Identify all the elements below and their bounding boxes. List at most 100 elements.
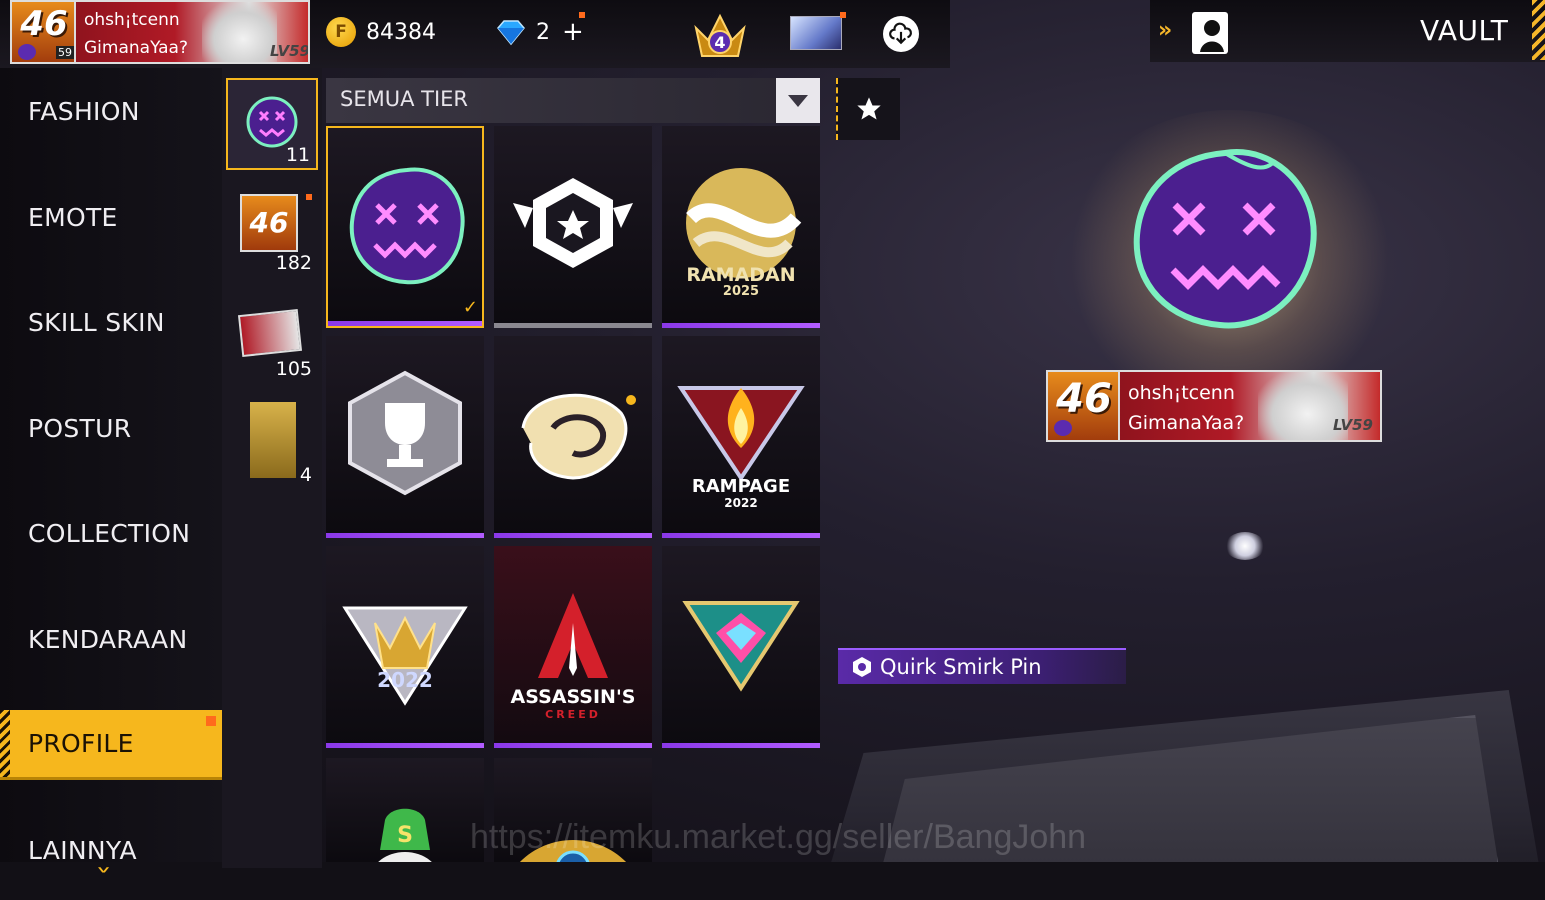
player-signature: GimanaYaa? [1128,412,1245,434]
menu-item-label: KENDARAAN [28,624,188,654]
assassins-label: ASSASSIN'S [510,686,636,708]
rarity-bar [494,323,652,328]
ramadan-year: 2025 [722,284,760,299]
player-level-tag: LV59 [270,42,310,60]
corner-decoration [1532,0,1545,60]
menu-item-kendaraan[interactable]: KENDARAAN [0,604,222,674]
grid-item-quirk-smirk-pin[interactable]: ✓ [326,126,484,328]
level-number: 46 [20,4,68,44]
grid-item-star-badge-pin[interactable] [494,126,652,328]
chevron-down-icon[interactable]: ˅ [95,866,113,891]
creed-label: CREED [545,708,601,721]
avatar-icon: 46 [240,194,298,252]
rampage-year: 2022 [724,496,758,510]
svg-text:S: S [397,823,413,848]
grid-item-money-skull-pin[interactable]: S [326,758,484,862]
menu-item-profile[interactable]: PROFILE [0,710,222,780]
gold-coin-icon: F [326,17,356,47]
crown-2022-label: 2022 [377,668,433,692]
rarity-bar [494,533,652,538]
mini-pin-icon [1054,420,1072,436]
selected-item-name: Quirk Smirk Pin [880,655,1042,679]
preview-player-card: 46 ohsh¡tcenn GimanaYaa? LV59 [1046,370,1382,442]
gold-currency[interactable]: F 84384 [326,14,436,50]
player-card[interactable]: 46 59 ohsh¡tcenn GimanaYaa? LV59 [10,0,310,64]
rarity-bar [326,533,484,538]
pass-notification-dot [840,12,846,18]
notification-dot [206,716,216,726]
rarity-bar [662,323,820,328]
grid-item-swirl-pin[interactable] [494,336,652,538]
preview-pin-icon [1133,149,1317,329]
topup-plus-icon[interactable]: + [562,17,584,47]
category-count: 4 [299,464,312,486]
menu-item-label: COLLECTION [28,518,191,548]
chevron-down-icon[interactable] [776,78,820,123]
rampage-label: RAMPAGE [691,476,791,497]
gem-triangle-icon [682,601,800,692]
category-pin[interactable]: 11 [226,78,318,170]
swirl-emblem-icon [521,393,636,480]
equipped-check-icon: ✓ [462,297,478,318]
grid-item-ramadan-pin[interactable]: RAMADAN 2025 [662,126,820,328]
category-column: 11 46 182 105 4 [222,68,322,868]
grid-item-gem-triangle-pin[interactable] [662,546,820,748]
left-menu: FASHION EMOTE SKILL SKIN POSTUR COLLECTI… [0,68,222,868]
player-name: ohsh¡tcenn [1128,382,1235,404]
rank-crown-icon[interactable]: 4 [692,10,748,60]
cloud-download-icon[interactable] [883,16,919,52]
category-count: 105 [275,358,312,380]
menu-item-label: FASHION [28,96,140,126]
menu-item-label: SKILL SKIN [28,307,165,337]
menu-item-skill-skin[interactable]: SKILL SKIN [0,287,222,357]
banner-icon [237,308,303,358]
category-count: 11 [285,144,310,166]
rank-number: 4 [714,33,725,52]
rarity-bar [326,743,484,748]
gold-amount: 84384 [366,19,436,45]
menu-item-label: EMOTE [28,202,118,232]
level-sub-number: 59 [56,46,74,59]
level-badge: 46 [1048,372,1120,440]
category-avatar[interactable]: 46 182 [226,184,318,276]
money-skull-icon: S [378,808,432,862]
diamond-currency[interactable]: 2 + [496,14,584,50]
elite-pass-icon[interactable] [790,16,842,50]
pin-icon [246,96,298,148]
menu-item-postur[interactable]: POSTUR [0,393,222,463]
double-chevron-icon[interactable]: » [1158,18,1172,43]
notification-dot [579,12,585,18]
grid-item-crown-2022-pin[interactable]: 2022 [326,546,484,748]
watermark-text: https://itemku.market.gg/seller/BangJohn [470,818,1087,856]
mini-pin-icon [18,44,36,60]
vault-character-icon[interactable] [1192,12,1228,54]
pin-type-icon [853,657,871,677]
trophy-icon [348,370,462,496]
category-banner[interactable]: 105 [226,290,318,382]
rarity-bar [328,321,482,326]
diamond-icon [496,17,526,47]
menu-item-collection[interactable]: COLLECTION [0,498,222,568]
player-signature: GimanaYaa? [84,38,188,58]
level-number: 46 [1056,376,1112,422]
grid-item-assassins-creed-pin[interactable]: ASSASSIN'S CREED [494,546,652,748]
rarity-bar [662,533,820,538]
grid-item-rampage-pin[interactable]: RAMPAGE 2022 [662,336,820,538]
crown-emblem-icon [342,606,468,706]
notification-dot [306,194,312,200]
tier-filter-dropdown[interactable]: SEMUA TIER [326,78,820,123]
favorite-star-button[interactable] [836,78,900,140]
diamond-amount: 2 [536,19,550,45]
filter-label: SEMUA TIER [340,87,469,111]
menu-item-label: POSTUR [28,413,132,443]
menu-item-emote[interactable]: EMOTE [0,182,222,252]
rarity-bar [662,743,820,748]
menu-item-label: LAINNYA [28,835,137,865]
grid-item-trophy-pin[interactable] [326,336,484,538]
category-character[interactable]: 4 [226,396,318,488]
quirk-smirk-pin-icon [349,167,465,285]
ramadan-label: RAMADAN [686,264,796,286]
selected-item-name-bar: Quirk Smirk Pin [838,648,1126,684]
active-stripe [0,710,10,777]
menu-item-fashion[interactable]: FASHION [0,76,222,146]
